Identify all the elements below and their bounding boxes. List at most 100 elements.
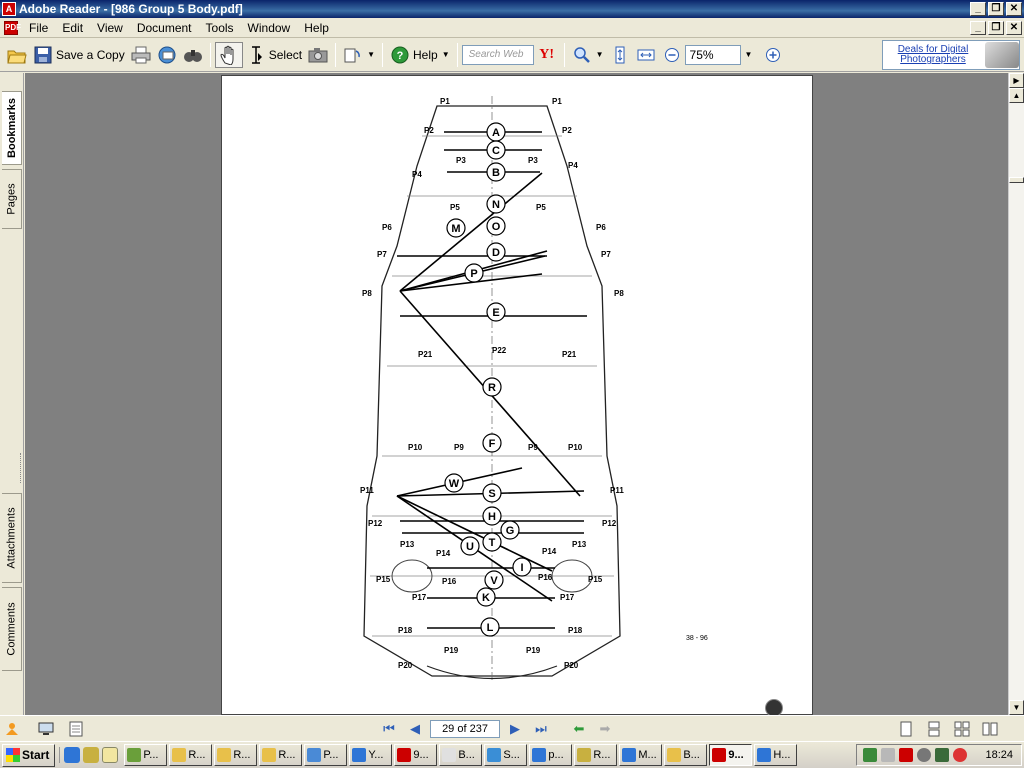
task-label: P... — [323, 749, 339, 761]
doc-minimize-button[interactable]: _ — [970, 20, 986, 35]
taskbar-task[interactable]: R... — [169, 744, 213, 766]
email-button[interactable] — [154, 42, 180, 68]
vertical-scrollbar[interactable]: ▶ ▲ ▼ — [1008, 73, 1024, 715]
page-number-field[interactable]: 29 of 237 — [430, 720, 500, 738]
acrobat-tray-icon[interactable] — [899, 748, 914, 762]
task-app-icon — [712, 748, 727, 762]
doc-restore-button[interactable]: ❐ — [988, 20, 1004, 35]
toolbar-separator — [335, 42, 337, 67]
taskbar-task[interactable]: B... — [439, 744, 483, 766]
close-button[interactable]: ✕ — [1006, 2, 1022, 16]
tab-attachments[interactable]: Attachments — [2, 493, 22, 583]
reference-point-label: P22 — [492, 346, 507, 355]
previous-page-icon[interactable]: ◀ — [404, 719, 426, 739]
taskbar-task[interactable]: B... — [664, 744, 708, 766]
continuous-facing-icon[interactable] — [980, 719, 1000, 739]
rotate-button[interactable]: ▼ — [340, 42, 378, 68]
actual-size-button[interactable] — [607, 42, 633, 68]
search-web-input[interactable]: Search Web — [461, 44, 534, 65]
document-menu-icon[interactable]: PDF — [4, 20, 21, 35]
single-page-icon[interactable] — [896, 719, 916, 739]
go-back-icon[interactable]: ⬅ — [568, 719, 590, 739]
ad-banner[interactable]: Deals for Digital Photographers — [882, 40, 1020, 70]
doc-close-button[interactable]: ✕ — [1006, 20, 1022, 35]
zoom-out-button[interactable] — [659, 42, 685, 68]
tab-pages[interactable]: Pages — [2, 169, 22, 229]
taskbar-task[interactable]: R... — [214, 744, 258, 766]
start-button[interactable]: Start — [2, 743, 56, 767]
print-button[interactable] — [128, 42, 154, 68]
media-icon[interactable] — [83, 747, 100, 763]
network-icon[interactable] — [863, 748, 878, 762]
chevron-down-icon[interactable]: ▼ — [367, 50, 375, 59]
snapshot-button[interactable] — [305, 42, 331, 68]
menu-view[interactable]: View — [90, 19, 130, 37]
fit-width-button[interactable] — [633, 42, 659, 68]
menu-tools[interactable]: Tools — [199, 19, 241, 37]
restore-button[interactable]: ❐ — [988, 2, 1004, 16]
connection-icon[interactable] — [935, 748, 950, 762]
last-page-icon[interactable]: ⏭ — [530, 719, 552, 739]
help-button[interactable]: ? Help ▼ — [387, 42, 453, 68]
page-info-icon[interactable] — [66, 719, 86, 739]
screen-icon[interactable] — [36, 719, 56, 739]
next-page-icon[interactable]: ▶ — [504, 719, 526, 739]
select-tool-button[interactable]: Select — [243, 42, 305, 68]
taskbar-task[interactable]: H... — [754, 744, 798, 766]
taskbar-task[interactable]: 9... — [709, 744, 753, 766]
go-forward-icon[interactable]: ➡ — [594, 719, 616, 739]
ad-link[interactable]: Deals for Digital Photographers — [883, 45, 983, 65]
scroll-right-arrow-icon[interactable]: ▶ — [1009, 73, 1024, 88]
reference-point-label: P8 — [614, 289, 624, 298]
save-copy-button[interactable]: Save a Copy — [30, 42, 128, 68]
internet-explorer-icon[interactable] — [64, 747, 81, 763]
task-label: p... — [548, 749, 564, 761]
accessibility-icon[interactable] — [2, 719, 22, 739]
menu-window[interactable]: Window — [241, 19, 298, 37]
taskbar-task[interactable]: 9... — [394, 744, 438, 766]
chevron-down-icon[interactable]: ▼ — [596, 50, 604, 59]
reference-point-label: P7 — [601, 250, 611, 259]
taskbar-task[interactable]: S... — [484, 744, 528, 766]
zoom-in-button[interactable] — [760, 42, 786, 68]
volume-icon[interactable] — [881, 748, 896, 762]
continuous-icon[interactable] — [924, 719, 944, 739]
taskbar-task[interactable]: R... — [259, 744, 303, 766]
menu-help[interactable]: Help — [297, 19, 336, 37]
tab-bookmarks[interactable]: Bookmarks — [2, 91, 22, 165]
yahoo-button[interactable]: Y! — [534, 42, 560, 68]
pane-resize-grip[interactable] — [20, 453, 23, 483]
minimize-button[interactable]: _ — [970, 2, 986, 16]
chevron-down-icon[interactable]: ▼ — [442, 50, 450, 59]
open-button[interactable] — [4, 42, 30, 68]
zoom-level-field[interactable]: 75% — [684, 44, 741, 65]
menu-file[interactable]: File — [22, 19, 55, 37]
measurement-letter: P — [470, 268, 477, 280]
taskbar-task[interactable]: Y... — [349, 744, 393, 766]
scrollbar-thumb[interactable] — [1009, 177, 1024, 183]
taskbar-task[interactable]: P... — [124, 744, 168, 766]
tab-comments[interactable]: Comments — [2, 587, 22, 671]
hand-tool-button[interactable] — [214, 41, 243, 68]
taskbar-task[interactable]: p... — [529, 744, 573, 766]
zoom-in-tool-button[interactable]: ▼ — [569, 42, 607, 68]
search-document-button[interactable] — [180, 42, 206, 68]
taskbar-task[interactable]: P... — [304, 744, 348, 766]
menu-edit[interactable]: Edit — [55, 19, 90, 37]
facing-icon[interactable] — [952, 719, 972, 739]
scroll-up-arrow-icon[interactable]: ▲ — [1009, 88, 1024, 103]
alert-icon[interactable] — [953, 748, 968, 762]
security-icon[interactable] — [917, 748, 932, 762]
notepad-icon[interactable] — [102, 747, 119, 763]
clock[interactable]: 18:24 — [985, 749, 1013, 761]
scroll-down-arrow-icon[interactable]: ▼ — [1009, 700, 1024, 715]
zoom-dropdown-arrow-icon[interactable]: ▼ — [745, 50, 753, 59]
document-view[interactable]: A C B N O M D P E R F W S H G T U I V K L P1 P1 P2 P2 P3 P3 P4 P4 P5 P… — [25, 73, 1008, 715]
measurement-letter: T — [489, 537, 496, 549]
menu-document[interactable]: Document — [130, 19, 199, 37]
task-label: 9... — [413, 749, 429, 761]
taskbar-task[interactable]: M... — [619, 744, 663, 766]
taskbar-task[interactable]: R... — [574, 744, 618, 766]
first-page-icon[interactable]: ⏮ — [378, 719, 400, 739]
task-app-icon — [352, 748, 367, 762]
